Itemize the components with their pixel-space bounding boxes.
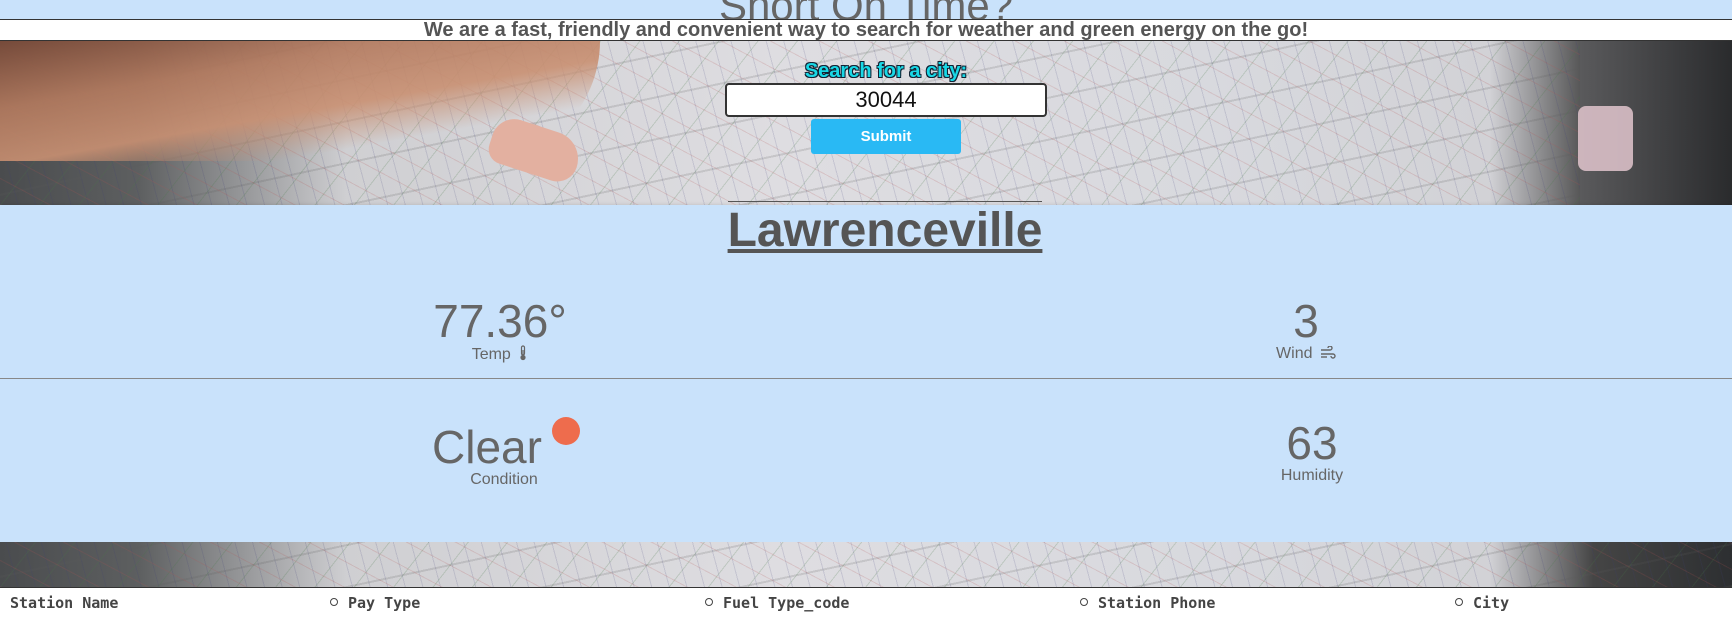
city-name: Lawrenceville <box>0 201 1732 257</box>
humidity-value: 63 <box>1286 417 1338 469</box>
wind-value: 3 <box>1293 295 1319 347</box>
bullet-icon <box>705 598 713 606</box>
condition-value-row: Clear <box>400 417 612 471</box>
station-column-fuel-type: Fuel Type_code <box>705 594 849 612</box>
site-title: Short On Time? <box>0 0 1732 19</box>
temp-value: 77.36° <box>433 295 567 347</box>
station-column-label: Station Name <box>10 594 119 612</box>
header-strip: Short On Time? <box>0 0 1732 20</box>
city-search-input[interactable] <box>725 83 1047 117</box>
stats-divider <box>0 378 1732 379</box>
condition-value: Clear <box>432 421 542 473</box>
humidity-stat: 63 Humidity <box>1212 419 1412 485</box>
wind-label: Wind <box>1276 345 1313 362</box>
station-column-city: City <box>1455 594 1509 612</box>
temp-label-row: Temp <box>400 345 600 364</box>
station-column-label: Pay Type <box>348 594 421 612</box>
station-column-label: Station Phone <box>1098 594 1216 612</box>
weather-panel: Lawrenceville 77.36° Temp 3 Wind Clear C… <box>0 201 1732 542</box>
submit-button[interactable]: Submit <box>811 119 961 154</box>
search-form: Search for a city: Submit <box>0 60 1732 154</box>
station-column-label: City <box>1473 594 1510 612</box>
temp-stat: 77.36° Temp <box>400 297 600 364</box>
station-column-phone: Station Phone <box>1080 594 1215 612</box>
thermometer-icon <box>520 345 526 361</box>
bullet-icon <box>1455 598 1463 606</box>
station-column-label: Fuel Type_code <box>723 594 850 612</box>
map-background-image-bottom <box>0 542 1732 587</box>
sun-icon <box>551 417 580 445</box>
station-column-name: Station Name <box>0 594 118 612</box>
city-name-text: Lawrenceville <box>727 201 1043 257</box>
condition-label: Condition <box>470 471 538 488</box>
search-label: Search for a city: <box>804 60 968 82</box>
temp-label: Temp <box>471 346 511 363</box>
wind-label-row: Wind <box>1206 345 1406 363</box>
station-column-pay-type: Pay Type <box>330 594 420 612</box>
bullet-icon <box>330 598 338 606</box>
station-list-header: Station Name Pay Type Fuel Type_code Sta… <box>0 587 1732 617</box>
tagline-bar: We are a fast, friendly and convenient w… <box>0 20 1732 41</box>
condition-stat: Clear Condition <box>400 417 612 489</box>
wind-stat: 3 Wind <box>1206 297 1406 363</box>
wind-icon <box>1320 346 1336 359</box>
tagline: We are a fast, friendly and convenient w… <box>423 19 1309 41</box>
bullet-icon <box>1080 598 1088 606</box>
humidity-label: Humidity <box>1280 467 1344 484</box>
